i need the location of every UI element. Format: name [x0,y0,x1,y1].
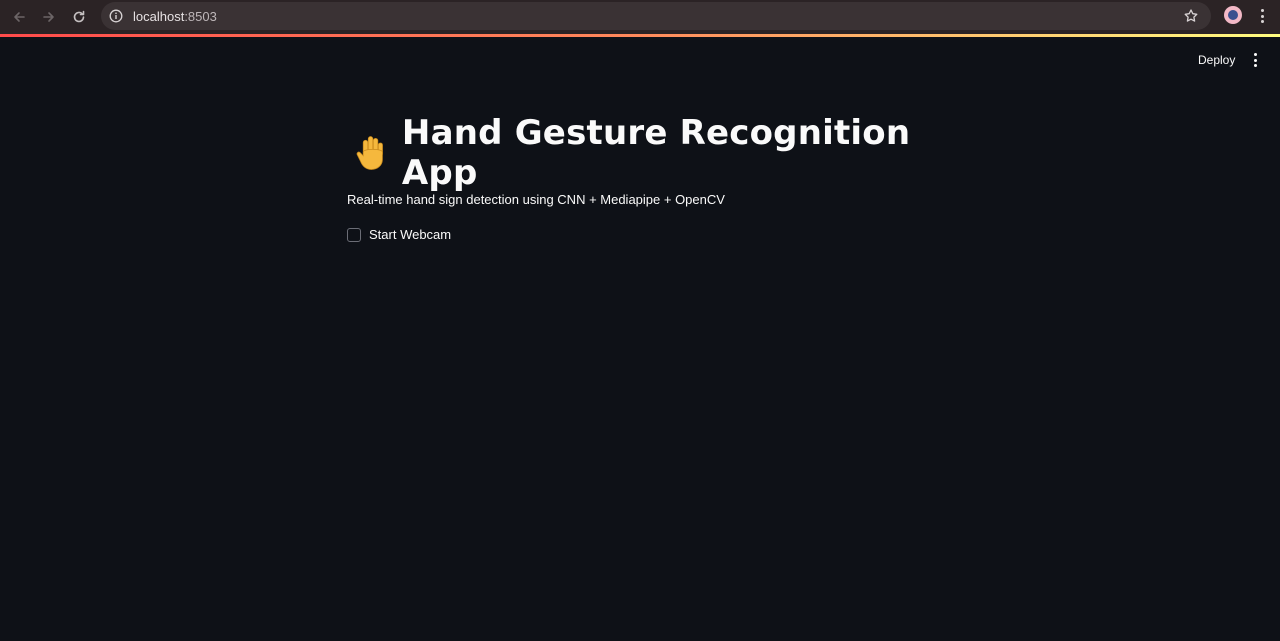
raised-hand-icon [356,136,383,170]
reload-button[interactable] [64,2,94,32]
main-menu-icon[interactable] [1248,52,1262,68]
header-accent-strip [0,34,1280,37]
checkbox-label: Start Webcam [369,227,452,242]
url-text: localhost:8503 [133,9,217,24]
arrow-left-icon [14,12,25,22]
checkbox-box[interactable] [347,227,361,242]
page-subtitle: Real-time hand sign detection using CNN … [347,192,725,207]
kebab-menu-icon[interactable] [1254,6,1270,26]
url-host: localhost [133,8,185,24]
page-title: Hand Gesture Recognition App [401,113,911,193]
profile-avatar-icon[interactable] [1224,6,1242,24]
start-webcam-checkbox[interactable]: Start Webcam [347,227,947,242]
url-port: :8503 [184,8,217,24]
arrow-right-icon [43,12,54,22]
reload-icon [73,10,85,23]
address-bar[interactable]: localhost:8503 [101,2,1211,30]
main-content: Hand Gesture Recognition App Real-time h… [347,113,947,242]
back-button[interactable] [4,2,34,32]
title-row: Hand Gesture Recognition App [355,113,947,193]
forward-button[interactable] [34,2,64,32]
deploy-button[interactable]: Deploy [1190,50,1243,70]
browser-toolbar: localhost:8503 [0,0,1280,34]
info-icon[interactable] [109,9,123,23]
star-icon[interactable] [1183,8,1199,24]
